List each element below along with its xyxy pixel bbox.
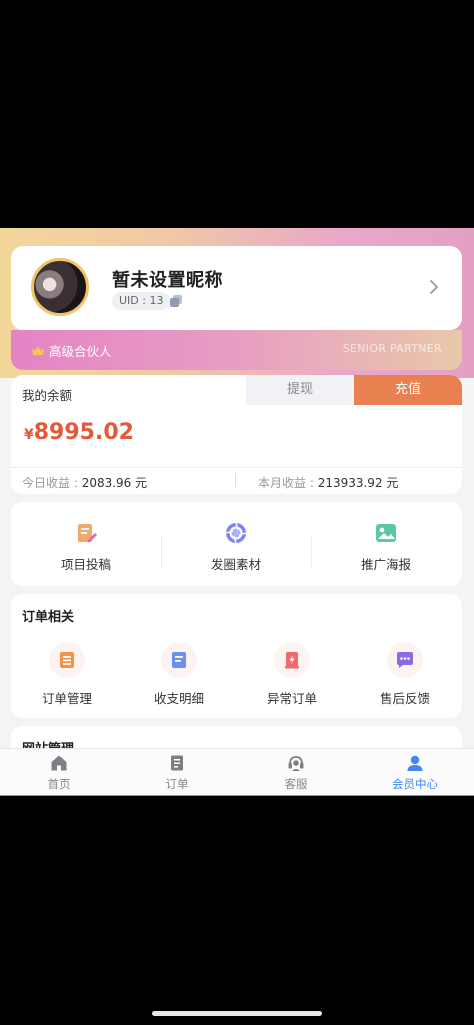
uid-badge: UID : 13 [112,292,171,310]
edit-document-icon [78,524,97,543]
headset-icon [288,756,304,771]
abnormal-order-item[interactable]: 异常订单 [236,634,348,714]
copy-icon[interactable] [169,294,183,308]
profile-card[interactable]: 暂未设置昵称 UID : 13 [11,246,462,330]
balance-card: 我的余额 提现 充值 ¥8995.02 今日收益 : 2083.96 元 本月收… [11,375,462,494]
avatar[interactable] [31,258,89,316]
order-item-label: 订单管理 [41,691,92,706]
tab-home[interactable]: 首页 [0,749,118,796]
nickname: 暂未设置昵称 [112,270,223,291]
balance-value: 8995.02 [33,420,134,445]
section-title: 订单相关 [22,610,75,625]
recharge-button[interactable]: 充值 [354,375,462,405]
balance-title: 我的余额 [22,388,73,403]
order-list-icon [60,652,74,668]
tab-label: 首页 [47,777,71,791]
quick-action-share-material[interactable]: 发圈素材 [161,502,311,586]
tab-member-center[interactable]: 会员中心 [356,749,474,796]
app-screen: 暂未设置昵称 UID : 13 高级合伙人 SENIOR PARTNER 我的余… [0,228,474,796]
order-management-item[interactable]: 订单管理 [11,634,123,714]
tier-bar: 高级合伙人 SENIOR PARTNER [11,330,462,370]
today-earnings: 今日收益 : 2083.96 元 [22,474,147,491]
tab-orders[interactable]: 订单 [118,749,236,796]
crown-icon [32,346,44,355]
divider [0,795,474,796]
image-icon [376,524,396,542]
aperture-icon [225,522,247,544]
today-earnings-label: 今日收益 : [22,476,78,490]
tab-customer-service[interactable]: 客服 [237,749,355,796]
icon-circle [274,642,310,678]
home-icon [51,755,67,771]
divider [11,467,462,468]
order-item-label: 收支明细 [153,691,204,706]
icon-circle [387,642,423,678]
tab-label: 客服 [284,777,308,791]
tab-label: 会员中心 [392,777,438,791]
currency-symbol: ¥ [24,427,34,443]
ledger-icon [172,652,186,668]
alert-order-icon [285,652,299,669]
tier-label-en: SENIOR PARTNER [342,342,442,355]
tab-label: 订单 [165,777,189,791]
chevron-right-icon[interactable] [428,278,440,296]
quick-action-label: 推广海报 [360,557,411,572]
user-icon [407,755,423,771]
month-earnings: 本月收益 : 213933.92 元 [258,474,398,491]
chat-icon [397,652,413,668]
bottom-tab-bar: 首页 订单 客服 会员中心 [0,748,474,796]
month-earnings-label: 本月收益 : [258,476,314,490]
quick-action-label: 项目投稿 [60,557,111,572]
after-sales-item[interactable]: 售后反馈 [349,634,461,714]
home-indicator[interactable] [152,1011,322,1016]
withdraw-button[interactable]: 提现 [246,375,354,405]
divider [235,473,236,487]
icon-circle [161,642,197,678]
quick-action-poster[interactable]: 推广海报 [311,502,461,586]
order-item-label: 异常订单 [266,691,317,706]
icon-circle [49,642,85,678]
quick-actions-card: 项目投稿 发圈素材 推广海报 [11,502,462,586]
orders-card: 订单相关 订单管理 收支明细 异常订单 售后反馈 [11,594,462,718]
month-earnings-value: 213933.92 元 [317,476,399,490]
order-icon [171,755,183,771]
tier-label: 高级合伙人 [49,344,112,359]
quick-action-submit-project[interactable]: 项目投稿 [11,502,161,586]
balance-amount: ¥8995.02 [24,420,134,445]
quick-action-label: 发圈素材 [210,557,261,572]
order-item-label: 售后反馈 [379,691,430,706]
today-earnings-value: 2083.96 元 [81,476,148,490]
income-expense-item[interactable]: 收支明细 [123,634,235,714]
